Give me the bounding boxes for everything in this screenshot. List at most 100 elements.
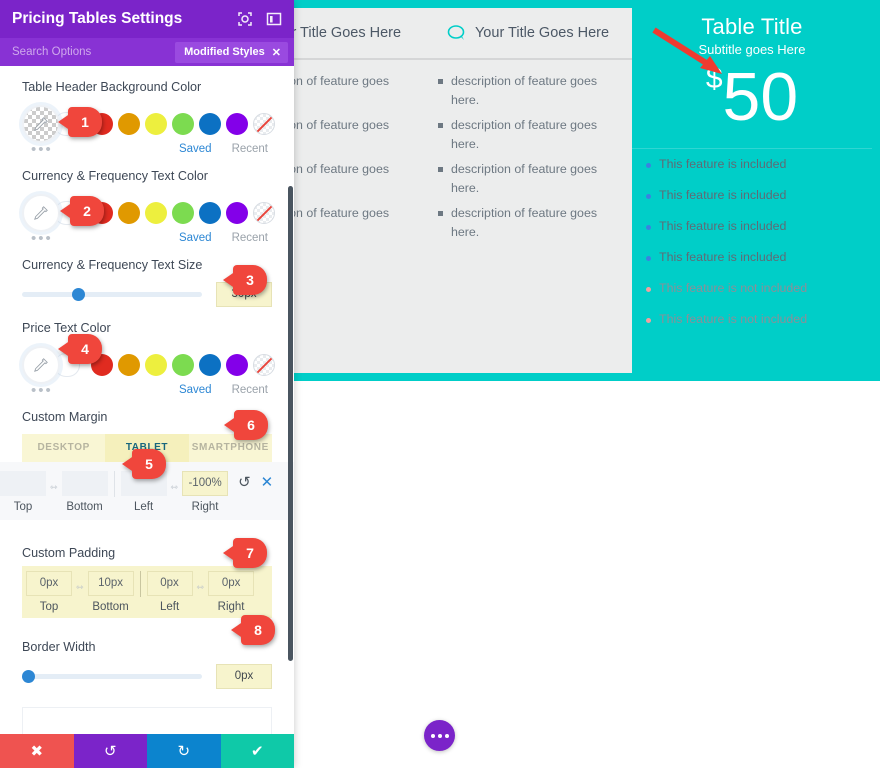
swatch-green[interactable] [172, 113, 194, 135]
feature-item-excluded: This feature is not included [646, 312, 872, 326]
cancel-button[interactable]: ✖ [0, 734, 74, 768]
swatch-transparent[interactable] [253, 202, 275, 224]
slider-thumb[interactable] [72, 288, 86, 301]
focus-icon[interactable] [237, 11, 253, 27]
size-slider[interactable] [22, 288, 202, 301]
pricing-table-body: description of feature goes here. descri… [424, 60, 632, 242]
padding-bottom-cell: 10px Bottom [87, 571, 134, 613]
border-width-slider[interactable] [22, 670, 202, 683]
link-values-icon[interactable]: ⇿ [72, 582, 88, 593]
feature-text: This feature is included [659, 218, 787, 233]
dot-icon [437, 733, 442, 738]
margin-top-label: Top [13, 501, 33, 513]
layout-columns-icon[interactable] [266, 11, 282, 27]
border-width-input[interactable]: 0px [216, 664, 272, 689]
recent-colors-link[interactable]: Recent [232, 143, 268, 155]
annotation-arrow-icon [652, 27, 722, 74]
padding-fields: 0px Top ⇿ 10px Bottom 0px Left ⇿ 0px Rig… [22, 566, 272, 618]
callout-marker: 8 [231, 615, 275, 645]
feature-item-included: This feature is included [646, 188, 872, 202]
swatch-blue[interactable] [199, 202, 221, 224]
link-values-icon[interactable]: ⇿ [167, 482, 183, 493]
margin-top-input[interactable] [0, 471, 46, 496]
modified-styles-badge[interactable]: Modified Styles ✕ [175, 41, 288, 63]
link-values-icon[interactable]: ⇿ [193, 582, 209, 593]
bullet-square-icon [438, 211, 443, 216]
margin-top-cell: Top [0, 471, 46, 513]
feature-text: description of feature goes here. [451, 118, 598, 151]
search-input[interactable] [12, 46, 176, 58]
padding-top-input[interactable]: 0px [26, 571, 72, 596]
recent-colors-link[interactable]: Recent [232, 384, 268, 396]
feature-item-included: This feature is included [646, 219, 872, 233]
swatch-orange[interactable] [118, 113, 140, 135]
more-options-fab[interactable] [424, 720, 455, 751]
clear-margin-icon[interactable]: ✕ [261, 473, 274, 491]
swatch-blue[interactable] [199, 354, 221, 376]
option-table-header-bg: Table Header Background Color ••• Saved … [0, 66, 294, 157]
divider [139, 571, 141, 597]
swatch-transparent[interactable] [253, 354, 275, 376]
swatch-green[interactable] [172, 354, 194, 376]
margin-bottom-cell: Bottom [61, 471, 108, 513]
panel-scrollbar-thumb[interactable] [288, 186, 293, 661]
padding-left-input[interactable]: 0px [146, 571, 193, 596]
swatch-yellow[interactable] [145, 113, 167, 135]
pricing-table[interactable]: Your Title Goes Here description of feat… [424, 8, 632, 373]
margin-right-input[interactable]: -100% [182, 471, 229, 496]
swatch-yellow[interactable] [145, 202, 167, 224]
margin-left-label: Left [133, 501, 154, 513]
panel-header: Pricing Tables Settings [0, 0, 294, 38]
padding-bottom-input[interactable]: 10px [87, 571, 134, 596]
modified-styles-label: Modified Styles [184, 46, 265, 58]
swatch-purple[interactable] [226, 354, 248, 376]
swatch-yellow[interactable] [145, 354, 167, 376]
swatch-purple[interactable] [226, 113, 248, 135]
price-amount: 50 [722, 59, 799, 135]
saved-colors-link[interactable]: Saved [179, 143, 212, 155]
divider [113, 471, 115, 497]
undo-button[interactable]: ↺ [73, 734, 147, 768]
color-preview-eyedropper[interactable] [22, 194, 60, 232]
color-preview-eyedropper[interactable] [22, 346, 60, 384]
link-values-icon[interactable]: ⇿ [46, 482, 62, 493]
padding-bottom-label: Bottom [92, 601, 129, 613]
saved-colors-link[interactable]: Saved [179, 232, 212, 244]
feature-item: description of feature goes here. [438, 72, 620, 110]
bullet-dot-icon [646, 286, 651, 292]
callout-number: 6 [234, 410, 268, 440]
margin-bottom-input[interactable] [61, 471, 108, 496]
feature-item: description of feature goes here. [438, 204, 620, 242]
saved-colors-link[interactable]: Saved [179, 384, 212, 396]
callout-number: 4 [68, 334, 102, 364]
margin-vertical-group: Top ⇿ Bottom [0, 471, 108, 513]
settings-panel: Pricing Tables Settings Search Options M… [0, 0, 294, 768]
swatch-green[interactable] [172, 202, 194, 224]
panel-header-icons [237, 11, 282, 27]
swatch-purple[interactable] [226, 202, 248, 224]
close-icon[interactable]: ✕ [272, 46, 281, 59]
color-preview-eyedropper[interactable] [22, 105, 60, 143]
save-button[interactable]: ✔ [220, 734, 294, 768]
callout-number: 2 [70, 196, 104, 226]
device-tab-desktop[interactable]: DESKTOP [22, 434, 105, 462]
swatch-orange[interactable] [118, 354, 140, 376]
swatch-orange[interactable] [118, 202, 140, 224]
padding-right-input[interactable]: 0px [208, 571, 255, 596]
redo-button[interactable]: ↻ [147, 734, 221, 768]
feature-text: description of feature goes here. [451, 206, 598, 239]
option-custom-padding: Custom Padding 0px Top ⇿ 10px Bottom 0px… [0, 520, 294, 618]
swatch-transparent[interactable] [253, 113, 275, 135]
pricing-table-title: Your Title Goes Here [474, 25, 610, 41]
padding-left-label: Left [159, 601, 180, 613]
reset-margin-icon[interactable]: ↺ [238, 473, 251, 491]
feature-text: description of feature goes here. [451, 162, 598, 195]
callout-marker: 4 [58, 334, 102, 364]
slider-thumb[interactable] [22, 670, 35, 683]
callout-number: 1 [68, 107, 102, 137]
padding-vertical-group: 0px Top ⇿ 10px Bottom [26, 571, 134, 613]
swatch-blue[interactable] [199, 113, 221, 135]
callout-marker: 5 [122, 449, 166, 479]
recent-colors-link[interactable]: Recent [232, 232, 268, 244]
featured-feature-list: This feature is included This feature is… [632, 149, 872, 326]
